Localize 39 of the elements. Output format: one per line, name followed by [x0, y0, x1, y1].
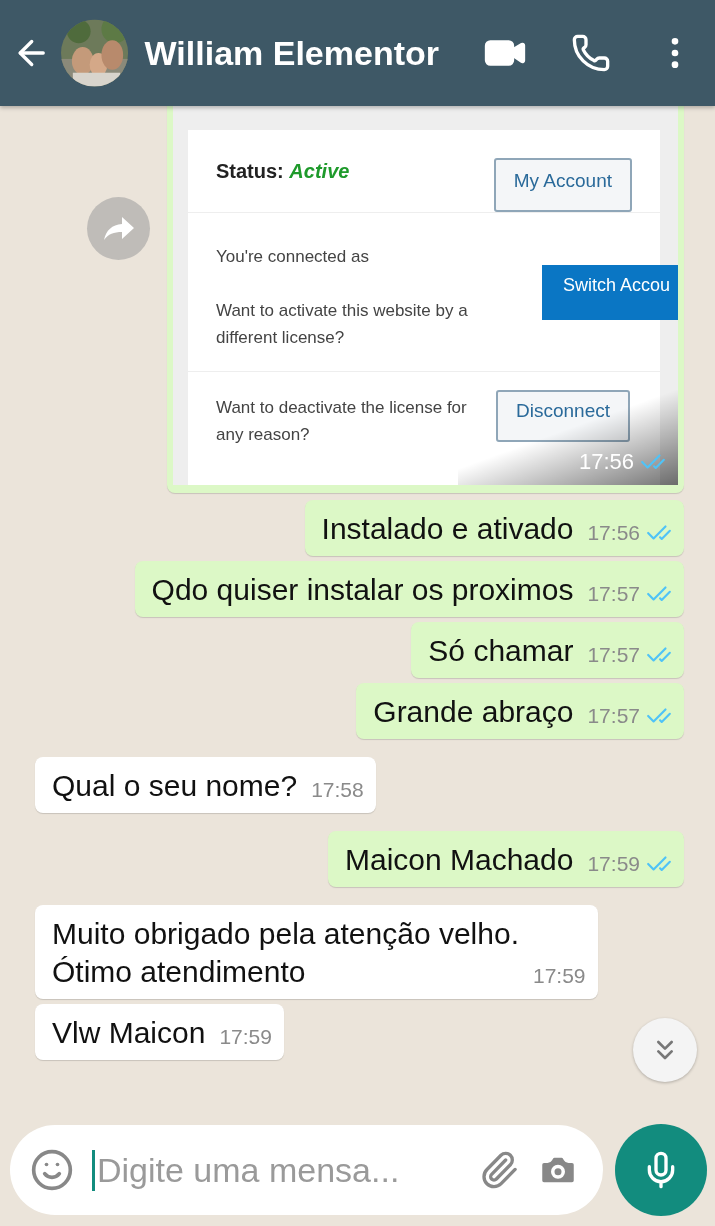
message-time: 17:59	[219, 1024, 272, 1050]
disconnect-button: Disconnect	[496, 390, 630, 442]
activate-text: Want to activate this website by a different license?	[216, 300, 469, 349]
message-time: 17:56	[578, 449, 634, 475]
emoji-icon[interactable]	[30, 1148, 74, 1192]
message-time: 17:57	[587, 581, 640, 607]
connected-text: You're connected as	[216, 246, 369, 268]
attach-icon[interactable]	[479, 1150, 519, 1190]
message-field[interactable]: Digite uma mensa...	[10, 1125, 603, 1215]
switch-account-button: Switch Accou	[542, 265, 678, 320]
forward-arrow-icon	[103, 216, 134, 241]
my-account-button: My Account	[493, 158, 632, 212]
message-text: Vlw Maicon	[52, 1015, 206, 1051]
received-message-bubble[interactable]: Vlw Maicon 17:59	[35, 1004, 284, 1060]
message-text: Só chamar	[428, 633, 574, 669]
message-time: 17:57	[587, 703, 640, 729]
sent-message-bubble[interactable]: Qdo quiser instalar os proximos 17:57	[134, 561, 684, 617]
status-text: Status: Active	[216, 159, 351, 183]
message-text: Grande abraço	[373, 694, 574, 730]
message-text: Qdo quiser instalar os proximos	[151, 572, 574, 608]
deactivate-text: Want to deactivate the license for any reason?	[216, 397, 468, 446]
received-message-bubble[interactable]: Muito obrigado pela atenção velho. Ótimo atendimento 17:59	[35, 905, 598, 999]
received-message-bubble[interactable]: Qual o seu nome? 17:58	[35, 757, 376, 813]
sent-message-bubble[interactable]: Maicon Machado 17:59	[327, 831, 684, 887]
message-text: Instalado e ativado	[321, 511, 574, 547]
message-text: Muito obrigado pela atenção velho. Ótimo atendimento	[52, 916, 519, 990]
message-time: 17:59	[587, 851, 640, 877]
scroll-down-button[interactable]	[633, 1018, 697, 1082]
message-text: Maicon Machado	[344, 842, 574, 878]
message-time: 17:57	[587, 642, 640, 668]
message-text: Qual o seu nome?	[52, 768, 298, 804]
message-time: 17:59	[533, 963, 586, 989]
sent-message-bubble[interactable]: Só chamar 17:57	[411, 622, 684, 678]
message-time: 17:58	[311, 777, 364, 803]
sent-message-bubble[interactable]: Instalado e ativado 17:56	[304, 500, 684, 556]
phone-icon[interactable]	[571, 33, 611, 73]
message-time: 17:56	[587, 520, 640, 546]
sent-message-bubble[interactable]: Grande abraço 17:57	[356, 683, 684, 739]
contact-name[interactable]: William Elementor	[144, 33, 439, 73]
